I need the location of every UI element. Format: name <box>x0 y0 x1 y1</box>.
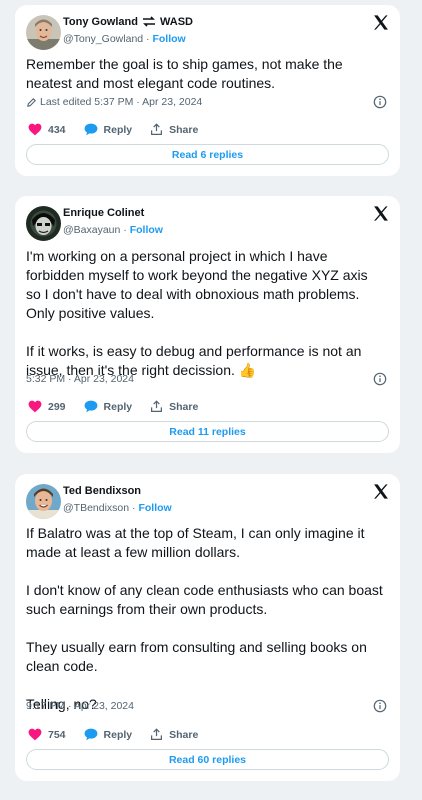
avatar[interactable] <box>26 484 61 519</box>
like-count: 754 <box>48 728 66 741</box>
info-icon[interactable] <box>373 95 387 109</box>
tweet-timestamp: 5:32 PM · Apr 23, 2024 <box>26 373 134 385</box>
reply-bubble-icon <box>84 728 97 741</box>
share-button[interactable]: Share <box>150 123 198 136</box>
tweet-paragraph: I don't know of any clean code enthusias… <box>26 582 383 617</box>
tweet-text: If Balatro was at the top of Steam, I ca… <box>26 524 386 714</box>
info-icon[interactable] <box>373 372 387 386</box>
tweet-paragraph: If Balatro was at the top of Steam, I ca… <box>26 525 365 560</box>
reply-button[interactable]: Reply <box>84 400 133 413</box>
like-button[interactable]: 299 <box>28 400 66 413</box>
follow-button[interactable]: Follow <box>138 502 171 514</box>
action-bar: 299 Reply Share <box>28 400 216 413</box>
tweet-card: Tony Gowland WASD @Tony_Gowland · Follow… <box>15 5 400 176</box>
thumbs-up-emoji: 👍 <box>238 362 257 378</box>
read-replies-button[interactable]: Read 60 replies <box>26 749 389 770</box>
read-replies-button[interactable]: Read 11 replies <box>26 421 389 442</box>
share-icon <box>151 728 163 740</box>
author-name[interactable]: Ted Bendixson <box>63 485 141 497</box>
tweet-meta[interactable]: 5:32 PM · Apr 23, 2024 <box>26 373 134 385</box>
author-row: Tony Gowland WASD <box>63 16 193 28</box>
reply-label: Reply <box>103 123 133 136</box>
handle-row: @TBendixson · Follow <box>63 502 172 514</box>
tweet-timestamp: 9:17 PM · Apr 23, 2024 <box>26 700 134 712</box>
reply-bubble-icon <box>84 400 97 413</box>
action-bar: 754 Reply Share <box>28 728 216 741</box>
tweet-text: Remember the goal is to ship games, not … <box>26 55 386 93</box>
avatar[interactable] <box>26 206 61 241</box>
follow-button[interactable]: Follow <box>130 224 163 236</box>
tweet-paragraph: I'm working on a personal project in whi… <box>26 248 368 321</box>
tweet-card: Enrique Colinet @Baxayaun · Follow I'm w… <box>15 196 400 453</box>
tweet-text: I'm working on a personal project in whi… <box>26 247 386 380</box>
share-label: Share <box>169 728 199 741</box>
x-logo-icon[interactable] <box>372 483 389 500</box>
x-logo-icon[interactable] <box>372 205 389 222</box>
like-count: 299 <box>48 400 66 413</box>
author-row: Ted Bendixson <box>63 485 141 497</box>
author-name[interactable]: Tony Gowland <box>63 16 138 28</box>
handle-row: @Baxayaun · Follow <box>63 224 163 236</box>
edit-pencil-icon <box>27 97 36 107</box>
reply-button[interactable]: Reply <box>84 728 133 741</box>
share-icon <box>151 400 163 412</box>
tweet-meta[interactable]: 9:17 PM · Apr 23, 2024 <box>26 700 134 712</box>
author-handle[interactable]: @Baxayaun <box>63 224 120 236</box>
follow-button[interactable]: Follow <box>152 33 185 45</box>
heart-icon <box>28 123 42 136</box>
heart-icon <box>28 728 42 741</box>
info-icon[interactable] <box>373 699 387 713</box>
tweet-paragraph: Remember the goal is to ship games, not … <box>26 56 343 91</box>
tweet-timestamp: Last edited 5:37 PM · Apr 23, 2024 <box>40 96 203 108</box>
share-button[interactable]: Share <box>150 728 198 741</box>
tweet-card: Ted Bendixson @TBendixson · Follow If Ba… <box>15 474 400 781</box>
author-handle[interactable]: @TBendixson <box>63 502 129 514</box>
action-bar: 434 Reply Share <box>28 123 216 136</box>
reply-label: Reply <box>103 400 133 413</box>
like-button[interactable]: 754 <box>28 728 66 741</box>
reply-button[interactable]: Reply <box>84 123 133 136</box>
handle-row: @Tony_Gowland · Follow <box>63 33 186 45</box>
share-label: Share <box>169 123 199 136</box>
read-replies-button[interactable]: Read 6 replies <box>26 144 389 165</box>
share-label: Share <box>169 400 199 413</box>
author-name-suffix: WASD <box>159 16 193 28</box>
tweet-paragraph: They usually earn from consulting and se… <box>26 639 367 674</box>
like-count: 434 <box>48 123 66 136</box>
reply-label: Reply <box>103 728 133 741</box>
author-name[interactable]: Enrique Colinet <box>63 207 144 219</box>
tweet-meta[interactable]: Last edited 5:37 PM · Apr 23, 2024 <box>26 96 202 108</box>
x-logo-icon[interactable] <box>372 14 389 31</box>
heart-icon <box>28 400 42 413</box>
author-row: Enrique Colinet <box>63 207 144 219</box>
swap-badge-icon <box>142 16 156 28</box>
reply-bubble-icon <box>84 123 97 136</box>
share-icon <box>151 123 163 135</box>
like-button[interactable]: 434 <box>28 123 66 136</box>
avatar[interactable] <box>26 15 61 50</box>
share-button[interactable]: Share <box>150 400 198 413</box>
author-handle[interactable]: @Tony_Gowland <box>63 33 143 45</box>
